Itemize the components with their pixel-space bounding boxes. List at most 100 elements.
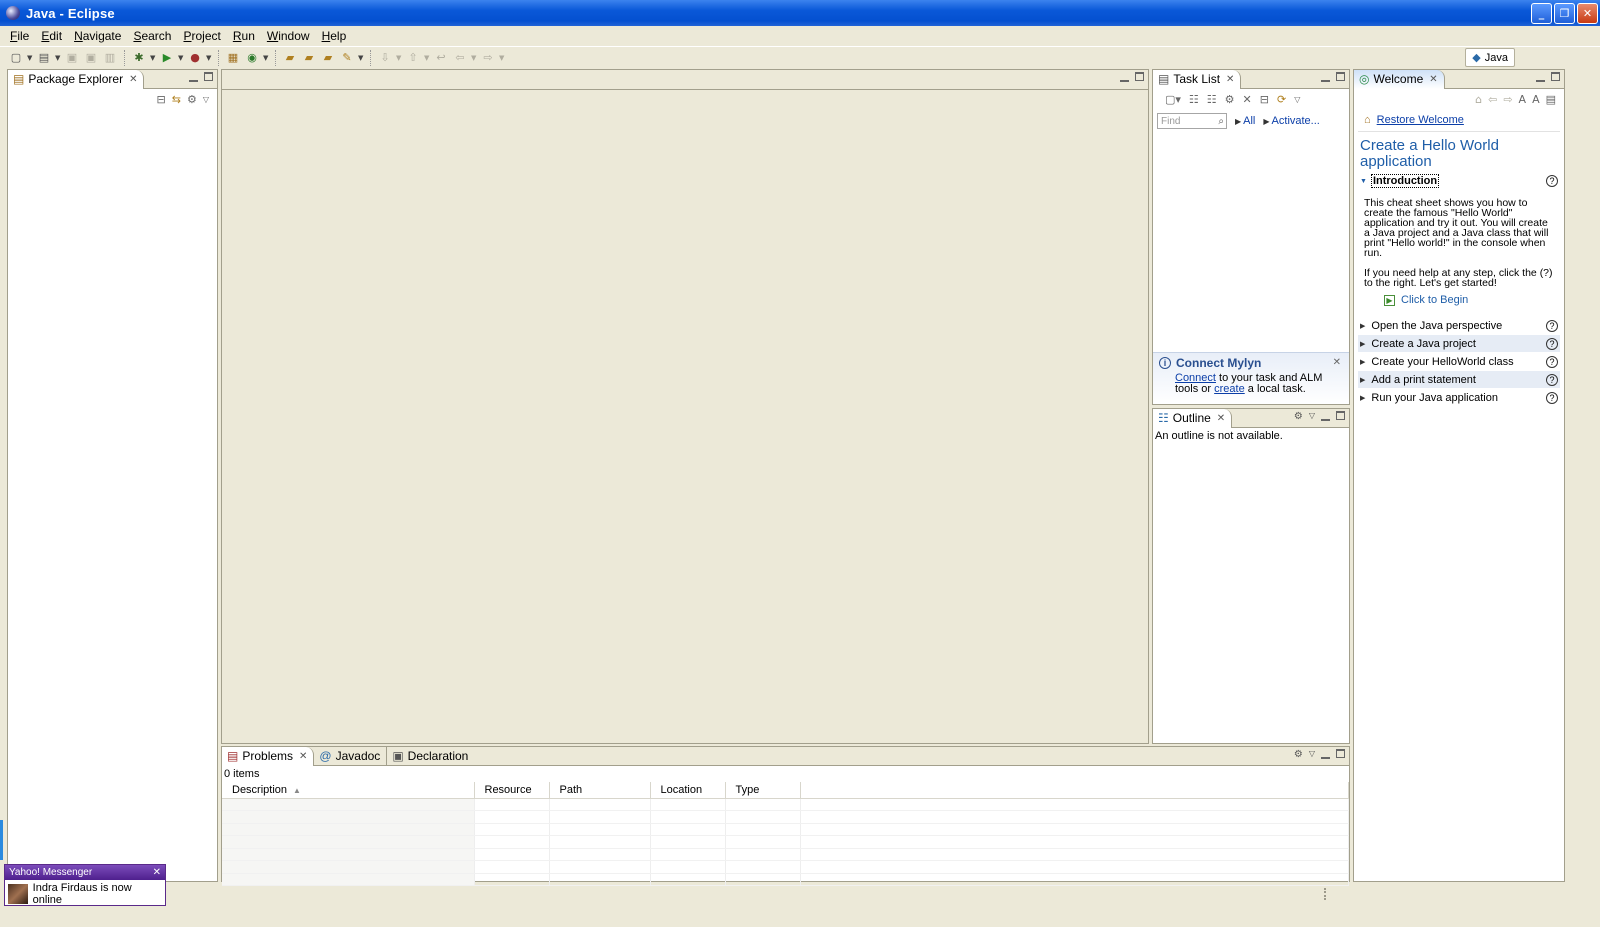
print-icon[interactable]: ▥: [102, 50, 118, 66]
run-icon[interactable]: ▶: [159, 50, 175, 66]
tab-declaration[interactable]: ▣ Declaration: [386, 746, 474, 766]
hide-completed-icon[interactable]: ✕: [1243, 93, 1252, 106]
synchronize-icon[interactable]: ⟳: [1277, 93, 1286, 106]
view-menu-icon[interactable]: ▽: [203, 95, 209, 104]
yahoo-notification[interactable]: Yahoo! Messenger ✕ Indra Firdaus is now …: [4, 864, 166, 906]
activate-link[interactable]: ▶ Activate...: [1263, 115, 1319, 127]
categorized-icon[interactable]: ☷: [1189, 93, 1199, 106]
java-perspective-button[interactable]: ◆ Java: [1465, 48, 1515, 67]
home-icon[interactable]: ⌂: [1475, 93, 1482, 106]
close-icon[interactable]: ✕: [1217, 413, 1225, 424]
minimize-icon[interactable]: [1120, 72, 1129, 82]
forward-icon[interactable]: ⇨: [480, 50, 496, 66]
minimize-icon[interactable]: [189, 72, 198, 82]
filter-icon[interactable]: ⚙: [187, 93, 197, 106]
view-menu-icon[interactable]: ▽: [1309, 749, 1315, 760]
window-titlebar[interactable]: Java - Eclipse _ ❐ ✕: [0, 0, 1600, 26]
view-menu-icon[interactable]: ▽: [1294, 95, 1300, 104]
menu-navigate[interactable]: Navigate: [68, 29, 127, 43]
column-description[interactable]: Description ▲: [222, 782, 475, 799]
minimize-icon[interactable]: [1321, 72, 1330, 82]
collapse-all-icon[interactable]: ⊟: [1260, 93, 1269, 106]
help-icon[interactable]: ?: [1546, 373, 1558, 386]
cheat-sheet-step[interactable]: ▶ Add a print statement ?: [1358, 371, 1560, 388]
forward-icon[interactable]: ⇨: [1503, 93, 1512, 106]
customize-icon[interactable]: ▤: [1546, 93, 1556, 106]
minimize-icon[interactable]: [1536, 72, 1545, 82]
close-icon[interactable]: ✕: [1333, 357, 1341, 368]
last-edit-icon[interactable]: ↩: [433, 50, 449, 66]
filter-icon[interactable]: ⚙: [1294, 411, 1303, 422]
minimize-icon[interactable]: [1321, 749, 1330, 759]
menu-window[interactable]: Window: [261, 29, 316, 43]
search-icon[interactable]: ✎: [339, 50, 355, 66]
tab-package-explorer[interactable]: ▤ Package Explorer ✕: [8, 69, 145, 89]
menu-help[interactable]: Help: [316, 29, 353, 43]
click-to-begin[interactable]: ▶ Click to Begin: [1358, 294, 1560, 306]
restore-button[interactable]: ❐: [1554, 3, 1575, 24]
run-dropdown-icon[interactable]: ▼: [178, 54, 184, 62]
editor-area[interactable]: [221, 69, 1149, 744]
previous-annotation-dropdown-icon[interactable]: ▼: [424, 54, 430, 62]
cheat-sheet-step[interactable]: ▶ Open the Java perspective ?: [1358, 317, 1560, 334]
tab-outline[interactable]: ☷ Outline ✕: [1153, 408, 1233, 428]
new-package-icon[interactable]: ▦: [225, 50, 241, 66]
help-icon[interactable]: ?: [1546, 355, 1558, 368]
task-find-input[interactable]: Find ⌕: [1157, 113, 1227, 129]
new-class-dropdown-icon[interactable]: ▼: [263, 54, 269, 62]
column-type[interactable]: Type: [725, 782, 801, 799]
new-icon[interactable]: ▢: [8, 50, 24, 66]
column-location[interactable]: Location: [650, 782, 726, 799]
tab-problems[interactable]: ▤ Problems ✕: [222, 746, 315, 766]
close-icon[interactable]: ✕: [129, 74, 137, 85]
minimize-icon[interactable]: [1321, 411, 1330, 421]
cheat-sheet-step[interactable]: ▶ Create your HelloWorld class ?: [1358, 353, 1560, 370]
maximize-icon[interactable]: [1135, 72, 1144, 81]
new-window-dropdown-icon[interactable]: ▼: [55, 54, 61, 62]
forward-dropdown-icon[interactable]: ▼: [499, 54, 505, 62]
close-button[interactable]: ✕: [1577, 3, 1598, 24]
open-type-icon[interactable]: ▰: [282, 50, 298, 66]
external-tools-icon[interactable]: ●: [187, 50, 203, 66]
help-icon[interactable]: ?: [1546, 391, 1558, 404]
debug-dropdown-icon[interactable]: ▼: [150, 54, 156, 62]
cheat-sheet-step[interactable]: ▶ Run your Java application ?: [1358, 389, 1560, 406]
save-all-icon[interactable]: ▣: [83, 50, 99, 66]
maximize-icon[interactable]: [204, 72, 213, 81]
close-icon[interactable]: ✕: [1429, 74, 1437, 85]
menu-search[interactable]: Search: [127, 29, 177, 43]
save-icon[interactable]: ▣: [64, 50, 80, 66]
new-window-icon[interactable]: ▤: [36, 50, 52, 66]
open-task-icon[interactable]: ▰: [301, 50, 317, 66]
scheduled-icon[interactable]: ☷: [1207, 93, 1217, 106]
column-resource[interactable]: Resource: [474, 782, 550, 799]
view-menu-icon[interactable]: ▽: [1309, 411, 1315, 422]
debug-icon[interactable]: ✱: [131, 50, 147, 66]
menu-edit[interactable]: Edit: [35, 29, 68, 43]
minimize-button[interactable]: _: [1531, 3, 1552, 24]
collapse-all-icon[interactable]: ⊟: [157, 93, 166, 106]
next-annotation-dropdown-icon[interactable]: ▼: [396, 54, 402, 62]
create-link[interactable]: create: [1214, 383, 1245, 395]
previous-annotation-icon[interactable]: ⇧: [405, 50, 421, 66]
tab-javadoc[interactable]: @ Javadoc: [314, 747, 386, 766]
help-icon[interactable]: ?: [1546, 319, 1558, 332]
maximize-icon[interactable]: [1336, 411, 1345, 420]
next-annotation-icon[interactable]: ⇩: [377, 50, 393, 66]
font-decrease-icon[interactable]: A: [1519, 93, 1527, 106]
filter-icon[interactable]: ⚙: [1294, 749, 1303, 760]
maximize-icon[interactable]: [1336, 72, 1345, 81]
search-dropdown-icon[interactable]: ▼: [358, 54, 364, 62]
close-icon[interactable]: ✕: [299, 751, 307, 762]
close-icon[interactable]: ✕: [1226, 74, 1234, 85]
menu-file[interactable]: File: [4, 29, 35, 43]
maximize-icon[interactable]: [1336, 749, 1345, 758]
focus-icon[interactable]: ⚙: [1225, 93, 1235, 106]
external-tools-dropdown-icon[interactable]: ▼: [206, 54, 212, 62]
help-icon[interactable]: ?: [1546, 175, 1558, 187]
open-resource-icon[interactable]: ▰: [320, 50, 336, 66]
new-task-icon[interactable]: ▢▾: [1165, 93, 1181, 106]
new-dropdown-icon[interactable]: ▼: [27, 54, 33, 62]
close-icon[interactable]: ✕: [153, 867, 161, 878]
cheat-sheet-step[interactable]: ▶ Create a Java project ?: [1358, 335, 1560, 352]
